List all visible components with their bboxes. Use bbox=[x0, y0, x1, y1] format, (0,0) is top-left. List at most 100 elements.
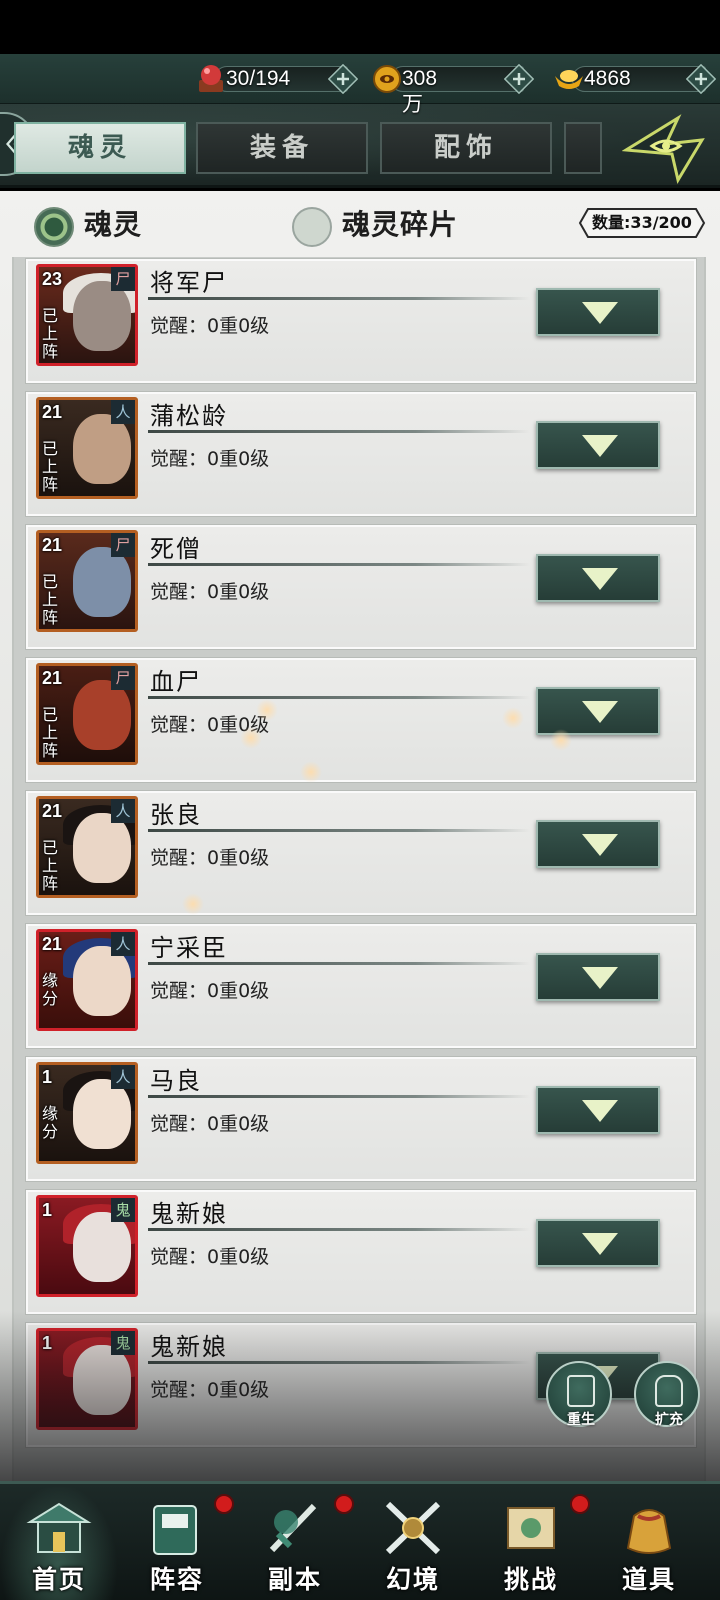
soul-name: 鬼新娘 bbox=[150, 1333, 228, 1361]
expand-button[interactable] bbox=[536, 288, 660, 336]
expand-bag-icon bbox=[655, 1375, 683, 1407]
awaken-text: 觉醒：0重0级 bbox=[150, 448, 270, 470]
awaken-text: 觉醒：0重0级 bbox=[150, 1379, 270, 1401]
notification-dot bbox=[214, 1494, 234, 1514]
level-label: 1 bbox=[42, 1067, 53, 1087]
radio-soul[interactable] bbox=[34, 207, 74, 247]
tab-accessory[interactable]: 配饰 bbox=[380, 122, 552, 174]
notification-dot bbox=[334, 1494, 354, 1514]
level-label: 1 bbox=[42, 1333, 53, 1353]
coin-icon bbox=[373, 65, 401, 93]
element-badge: 鬼 bbox=[111, 1331, 135, 1355]
expand-button[interactable] bbox=[536, 953, 660, 1001]
list-item[interactable]: 1 缘分 人 马良 觉醒：0重0级 bbox=[26, 1057, 696, 1181]
stamina-orb-icon bbox=[199, 65, 223, 92]
subtab-fragments-label[interactable]: 魂灵碎片 bbox=[342, 203, 458, 243]
awaken-text: 觉醒：0重0级 bbox=[150, 1113, 270, 1135]
status-label: 已上阵 bbox=[42, 572, 59, 627]
element-badge: 尸 bbox=[111, 666, 135, 690]
expand-button[interactable] bbox=[536, 687, 660, 735]
awaken-text: 觉醒：0重0级 bbox=[150, 315, 270, 337]
avatar: 21 已上阵 人 bbox=[36, 397, 138, 499]
tab-equipment[interactable]: 装备 bbox=[196, 122, 368, 174]
avatar: 21 缘分 人 bbox=[36, 929, 138, 1031]
count-text: 数量:33/200 bbox=[592, 213, 692, 232]
list-item[interactable]: 21 已上阵 尸 血尸 觉醒：0重0级 bbox=[26, 658, 696, 782]
rebirth-card-icon bbox=[567, 1375, 595, 1407]
status-label: 缘分 bbox=[42, 1104, 59, 1141]
awaken-text: 觉醒：0重0级 bbox=[150, 1246, 270, 1268]
soul-name: 血尸 bbox=[150, 668, 202, 696]
soul-name: 马良 bbox=[150, 1067, 202, 1095]
awaken-text: 觉醒：0重0级 bbox=[150, 847, 270, 869]
notification-dot bbox=[570, 1494, 590, 1514]
subtab-row: 魂灵 魂灵碎片 数量:33/200 bbox=[0, 191, 720, 257]
chevron-down-icon bbox=[582, 1233, 618, 1255]
nav-home[interactable]: 首页 bbox=[0, 1484, 118, 1600]
expand-button[interactable] bbox=[536, 421, 660, 469]
chevron-down-icon bbox=[582, 701, 618, 723]
status-label: 缘分 bbox=[42, 971, 59, 1008]
list-item[interactable]: 21 已上阵 尸 死僧 觉醒：0重0级 bbox=[26, 525, 696, 649]
add-stamina-button[interactable] bbox=[328, 64, 358, 94]
tab-soul[interactable]: 魂灵 bbox=[14, 122, 186, 174]
soul-list[interactable]: 23 已上阵 尸 将军尸 觉醒：0重0级 21 已上阵 人 蒲松龄 觉醒：0重0… bbox=[12, 257, 706, 1481]
element-badge: 鬼 bbox=[111, 1198, 135, 1222]
chevron-down-icon bbox=[582, 967, 618, 989]
element-badge: 尸 bbox=[111, 267, 135, 291]
radio-soul-fragments[interactable] bbox=[292, 207, 332, 247]
add-gold-button[interactable] bbox=[686, 64, 716, 94]
subtab-soul-label[interactable]: 魂灵 bbox=[84, 203, 142, 243]
count-badge: 数量:33/200 bbox=[578, 207, 706, 239]
avatar: 1 缘分 人 bbox=[36, 1062, 138, 1164]
status-label: 已上阵 bbox=[42, 306, 59, 361]
list-item[interactable]: 21 缘分 人 宁采臣 觉醒：0重0级 bbox=[26, 924, 696, 1048]
avatar: 1 鬼 bbox=[36, 1195, 138, 1297]
status-label: 已上阵 bbox=[42, 705, 59, 760]
status-label: 已上阵 bbox=[42, 838, 59, 893]
element-badge: 尸 bbox=[111, 533, 135, 557]
avatar: 21 已上阵 人 bbox=[36, 796, 138, 898]
resource-value: 308万 bbox=[402, 67, 438, 116]
expand-capacity-button[interactable]: 扩充 bbox=[634, 1361, 700, 1428]
sparkle-effect bbox=[300, 761, 322, 783]
sparkle-effect bbox=[240, 727, 262, 749]
sparkle-effect bbox=[182, 893, 204, 915]
list-item[interactable]: 21 已上阵 人 张良 觉醒：0重0级 bbox=[26, 791, 696, 915]
resource-value: 4868 bbox=[584, 67, 631, 90]
level-label: 21 bbox=[42, 934, 63, 954]
rebirth-button[interactable]: 重生 bbox=[546, 1361, 612, 1428]
nav-lineup[interactable]: 阵容 bbox=[118, 1484, 236, 1600]
element-badge: 人 bbox=[111, 400, 135, 424]
soul-name: 死僧 bbox=[150, 535, 202, 563]
category-tab-bar: 魂灵 装备 配饰 bbox=[0, 104, 720, 188]
level-label: 23 bbox=[42, 269, 63, 289]
list-item[interactable]: 23 已上阵 尸 将军尸 觉醒：0重0级 bbox=[26, 259, 696, 383]
chevron-down-icon bbox=[582, 568, 618, 590]
bottom-navigation: 首页 阵容 副本 幻境 挑战 道具 bbox=[0, 1481, 720, 1600]
sparkle-effect bbox=[502, 707, 524, 729]
awaken-text: 觉醒：0重0级 bbox=[150, 581, 270, 603]
list-item[interactable]: 1 鬼 鬼新娘 觉醒：0重0级 bbox=[26, 1190, 696, 1314]
sparkle-effect bbox=[550, 729, 572, 751]
avatar: 1 鬼 bbox=[36, 1328, 138, 1430]
nav-items[interactable]: 道具 bbox=[590, 1484, 708, 1600]
nav-challenge[interactable]: 挑战 bbox=[472, 1484, 590, 1600]
tab-more[interactable] bbox=[564, 122, 602, 174]
level-label: 21 bbox=[42, 535, 63, 555]
list-item[interactable]: 21 已上阵 人 蒲松龄 觉醒：0重0级 bbox=[26, 392, 696, 516]
resource-bar: 30/194 308万 4868 bbox=[0, 54, 720, 116]
element-badge: 人 bbox=[111, 799, 135, 823]
avatar: 21 已上阵 尸 bbox=[36, 530, 138, 632]
eye-emblem-icon[interactable] bbox=[622, 114, 706, 184]
expand-button[interactable] bbox=[536, 1086, 660, 1134]
expand-button[interactable] bbox=[536, 820, 660, 868]
expand-button[interactable] bbox=[536, 554, 660, 602]
level-label: 21 bbox=[42, 668, 63, 688]
expand-button[interactable] bbox=[536, 1219, 660, 1267]
nav-dungeon[interactable]: 副本 bbox=[236, 1484, 354, 1600]
nav-illusion[interactable]: 幻境 bbox=[354, 1484, 472, 1600]
avatar: 23 已上阵 尸 bbox=[36, 264, 138, 366]
add-coins-button[interactable] bbox=[504, 64, 534, 94]
chevron-down-icon bbox=[582, 834, 618, 856]
